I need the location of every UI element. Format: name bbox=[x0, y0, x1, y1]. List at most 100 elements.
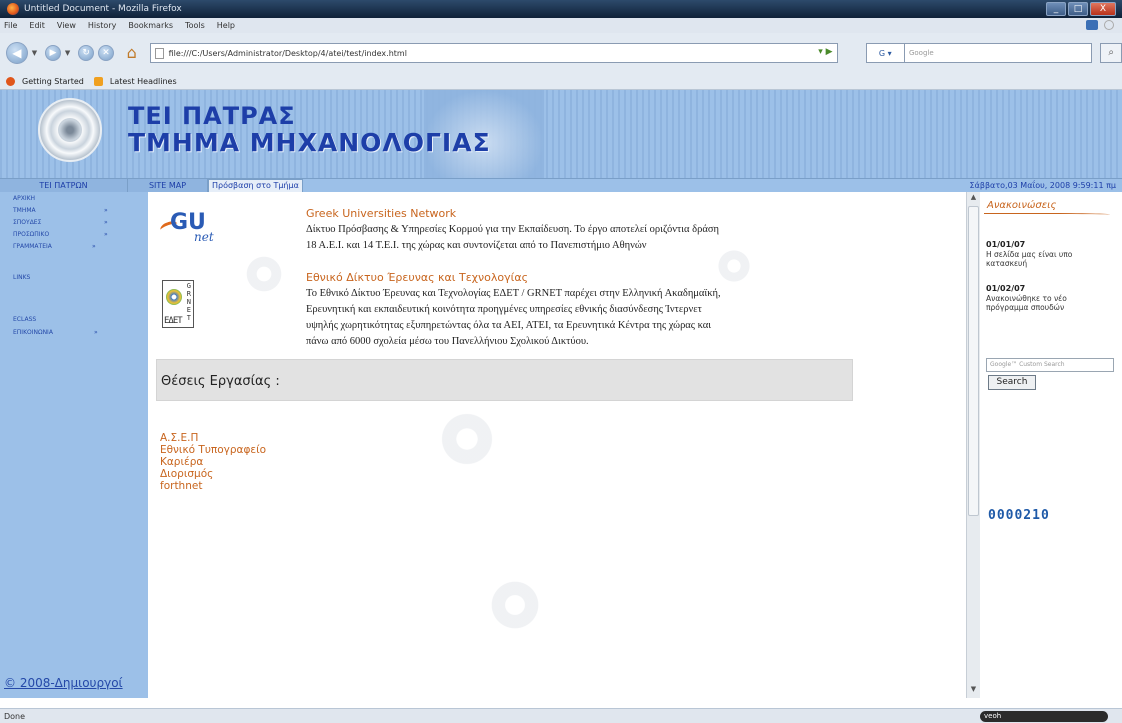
search-engine-selector[interactable]: G ▾ bbox=[865, 43, 905, 63]
visitor-counter: 0000210 bbox=[988, 508, 1050, 523]
sidebar-item-department[interactable]: ΤΜΗΜΑ bbox=[13, 207, 36, 214]
window-title: Untitled Document - Mozilla Firefox bbox=[24, 4, 182, 14]
menu-history[interactable]: History bbox=[88, 21, 116, 30]
grnet-logo[interactable]: GRNET ΕΔΕΤ bbox=[162, 280, 194, 328]
grnet-title-link[interactable]: Εθνικό Δίκτυο Έρευνας και Τεχνολογίας bbox=[306, 271, 528, 284]
gunet-logo[interactable]: GU net bbox=[158, 210, 230, 250]
topnav-tei-patron[interactable]: TEI ΠΑΤΡΩΝ bbox=[0, 178, 128, 193]
forward-history-dropdown[interactable]: ▼ bbox=[65, 49, 70, 57]
menu-view[interactable]: View bbox=[57, 21, 76, 30]
gunet-logo-subtext: net bbox=[194, 230, 214, 244]
menu-edit[interactable]: Edit bbox=[29, 21, 45, 30]
sidebar-item-contact[interactable]: ΕΠΙΚΟΙΝΩΝΙΑ bbox=[13, 329, 53, 336]
scrollbar-thumb[interactable] bbox=[968, 206, 979, 516]
vertical-scrollbar[interactable]: ▲ ▼ bbox=[966, 192, 980, 698]
copyright-link[interactable]: © 2008-Δημιουργοί bbox=[4, 676, 123, 690]
job-link-kariera[interactable]: Καριέρα bbox=[160, 456, 266, 468]
menu-bar: File Edit View History Bookmarks Tools H… bbox=[0, 18, 1122, 33]
sidebar-arrow-studies: » bbox=[104, 219, 108, 226]
address-text: file:///C:/Users/Administrator/Desktop/4… bbox=[168, 48, 407, 58]
menubar-icons bbox=[1086, 20, 1114, 30]
veoh-addon-bar[interactable]: veoh bbox=[980, 711, 1108, 722]
sidebar-arrow-contact: » bbox=[94, 329, 98, 336]
sidebar-item-home[interactable]: ΑΡΧΙΚΗ bbox=[13, 195, 35, 202]
sidebar-arrow-department: » bbox=[104, 207, 108, 214]
current-datetime: Σάββατο,03 Μαΐου, 2008 9:59:11 πμ bbox=[969, 181, 1116, 190]
menu-file[interactable]: File bbox=[4, 21, 17, 30]
maximize-button[interactable]: □ bbox=[1068, 2, 1088, 16]
menu-help[interactable]: Help bbox=[217, 21, 235, 30]
grnet-description-line: Ερευνητική και εκπαιδευτική κοινότητα πρ… bbox=[306, 304, 702, 315]
scroll-down-arrow-icon[interactable]: ▼ bbox=[968, 685, 979, 697]
navigation-toolbar: ◀ ▼ ▶ ▼ ↻ ✕ ⌂ file:///C:/Users/Administr… bbox=[0, 33, 1122, 73]
scroll-up-arrow-icon[interactable]: ▲ bbox=[968, 193, 979, 205]
sidebar-arrow-staff: » bbox=[104, 231, 108, 238]
go-icon[interactable]: ▾ ▶ bbox=[818, 47, 832, 57]
page-icon bbox=[154, 47, 164, 59]
jobs-links-list: Α.Σ.Ε.Π Εθνικό Τυπογραφείο Καριέρα Διορι… bbox=[160, 432, 266, 492]
bookmark-latest-headlines[interactable]: Latest Headlines bbox=[110, 77, 177, 86]
gunet-description-line: 18 Α.Ε.Ι. και 14 Τ.Ε.Ι. της χώρας και συ… bbox=[306, 240, 647, 251]
grnet-description-line: πάνω από 6000 σχολεία μέσω του Πανελλήνι… bbox=[306, 336, 589, 347]
job-link-national-printing[interactable]: Εθνικό Τυπογραφείο bbox=[160, 444, 266, 456]
back-button[interactable]: ◀ bbox=[6, 42, 28, 64]
grnet-description-line: Το Εθνικό Δίκτυο Έρευνας και Τεχνολογίας… bbox=[306, 288, 721, 299]
address-bar[interactable]: file:///C:/Users/Administrator/Desktop/4… bbox=[149, 43, 838, 63]
bookmark-getting-started[interactable]: Getting Started bbox=[22, 77, 84, 86]
left-sidebar: ΑΡΧΙΚΗ ΤΜΗΜΑ » ΣΠΟΥΔΕΣ » ΠΡΟΣΩΠΙΚΟ » ΓΡΑ… bbox=[0, 192, 148, 698]
grnet-logo-subtext: ΕΔΕΤ bbox=[164, 316, 183, 326]
job-link-diorismos[interactable]: Διορισμός bbox=[160, 468, 266, 480]
topnav-site-map[interactable]: SITE MAP bbox=[128, 178, 208, 193]
announcements-title: Ανακοινώσεις bbox=[987, 200, 1057, 211]
gear-watermark bbox=[716, 248, 752, 284]
gunet-title-link[interactable]: Greek Universities Network bbox=[306, 207, 456, 220]
announcements-panel: Ανακοινώσεις 01/01/07 Η σελίδα μας είναι… bbox=[980, 192, 1122, 698]
grnet-logo-letters: GRNET bbox=[186, 282, 191, 322]
banner-title-institution: TEI ΠΑΤΡΑΣ bbox=[128, 102, 296, 130]
topnav-access[interactable]: Πρόσβαση στο Τμήμα bbox=[208, 178, 303, 193]
activity-icon bbox=[1104, 20, 1114, 30]
menu-tools[interactable]: Tools bbox=[185, 21, 205, 30]
stop-button[interactable]: ✕ bbox=[98, 45, 114, 61]
home-button[interactable]: ⌂ bbox=[122, 44, 142, 62]
page-viewport: TEI ΠΑΤΡΑΣ ΤΜΗΜΑ ΜΗΧΑΝΟΛΟΓΙΑΣ TEI ΠΑΤΡΩΝ… bbox=[0, 90, 1122, 708]
custom-search-input[interactable]: Google™ Custom Search bbox=[986, 358, 1114, 372]
sidebar-item-eclass[interactable]: ECLASS bbox=[13, 316, 36, 323]
sidebar-item-links[interactable]: LINKS bbox=[13, 274, 30, 281]
jobs-heading: Θέσεις Εργασίας : bbox=[161, 374, 280, 389]
firefox-icon bbox=[7, 3, 19, 15]
news-text: Η σελίδα μας είναι υπο κατασκευή bbox=[986, 250, 1073, 268]
sidebar-arrow-secretariat: » bbox=[92, 243, 96, 250]
top-navigation: TEI ΠΑΤΡΩΝ SITE MAP Πρόσβαση στο Τμήμα Σ… bbox=[0, 178, 1122, 193]
banner-title-department: ΤΜΗΜΑ ΜΗΧΑΝΟΛΟΓΙΑΣ bbox=[128, 128, 491, 157]
job-link-forthnet[interactable]: forthnet bbox=[160, 480, 266, 492]
back-history-dropdown[interactable]: ▼ bbox=[32, 49, 37, 57]
reload-button[interactable]: ↻ bbox=[78, 45, 95, 61]
gunet-description: Δίκτυο Πρόσβασης & Υπηρεσίες Κορμού για … bbox=[306, 222, 719, 254]
main-content: GU net Greek Universities Network Δίκτυο… bbox=[148, 192, 966, 698]
gear-watermark bbox=[438, 410, 496, 468]
announcements-underline bbox=[984, 213, 1110, 216]
gunet-description-line: Δίκτυο Πρόσβασης & Υπηρεσίες Κορμού για … bbox=[306, 224, 719, 235]
status-text: Done bbox=[4, 711, 26, 721]
search-input[interactable]: Google bbox=[904, 43, 1093, 63]
site-banner: TEI ΠΑΤΡΑΣ ΤΜΗΜΑ ΜΗΧΑΝΟΛΟΓΙΑΣ bbox=[0, 90, 1122, 178]
job-link-asep[interactable]: Α.Σ.Ε.Π bbox=[160, 432, 266, 444]
sidebar-item-studies[interactable]: ΣΠΟΥΔΕΣ bbox=[13, 219, 41, 226]
forward-button[interactable]: ▶ bbox=[45, 45, 61, 61]
search-icon[interactable]: ⌕ bbox=[1100, 43, 1122, 63]
messenger-icon[interactable] bbox=[1086, 20, 1098, 30]
sidebar-item-staff[interactable]: ΠΡΟΣΩΠΙΚΟ bbox=[13, 231, 49, 238]
search-engine-label: G bbox=[878, 48, 886, 58]
sidebar-item-secretariat[interactable]: ΓΡΑΜΜΑΤΕΙΑ bbox=[13, 243, 52, 250]
custom-search-button[interactable]: Search bbox=[988, 375, 1036, 390]
jobs-section: Θέσεις Εργασίας : bbox=[156, 359, 853, 401]
close-button[interactable]: X bbox=[1090, 2, 1116, 16]
status-bar: Done veoh bbox=[0, 708, 1122, 723]
minimize-button[interactable]: _ bbox=[1046, 2, 1066, 16]
grnet-description: Το Εθνικό Δίκτυο Έρευνας και Τεχνολογίας… bbox=[306, 286, 721, 350]
news-date: 01/02/07 bbox=[986, 284, 1026, 293]
firefox-bookmark-icon bbox=[6, 76, 15, 86]
menu-bookmarks[interactable]: Bookmarks bbox=[128, 21, 173, 30]
window-titlebar: Untitled Document - Mozilla Firefox _ □ … bbox=[0, 0, 1122, 18]
